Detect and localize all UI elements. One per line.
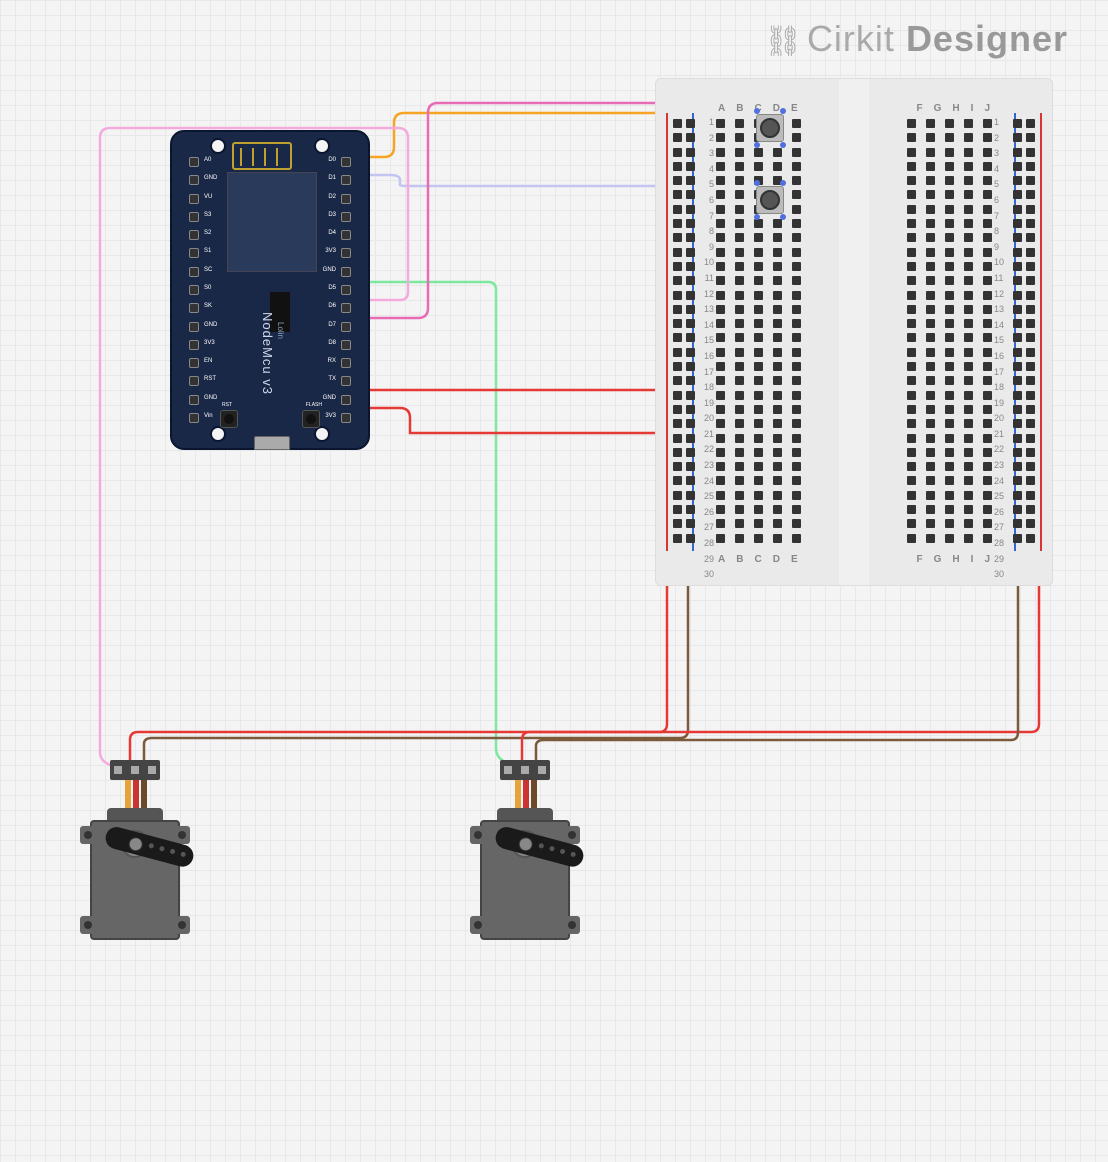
rst-button[interactable] — [220, 410, 238, 428]
pin-header-right: D0D1D2D3D43V3GNDD5D6D7D8RXTXGND3V3 — [332, 157, 360, 423]
component-pushbutton-2[interactable] — [750, 180, 790, 220]
component-pushbutton-1[interactable] — [750, 108, 790, 148]
app-logo: ⛓Cirkit Designer — [764, 18, 1068, 60]
logo-product: Designer — [906, 18, 1068, 59]
pushbutton-cap — [760, 118, 780, 138]
power-rail-pos-right — [1040, 113, 1042, 551]
usb-port — [254, 436, 290, 450]
wifi-antenna — [232, 142, 292, 170]
pushbutton-leg — [780, 142, 786, 148]
bb-main-holes-right — [907, 119, 992, 543]
flash-button[interactable] — [302, 410, 320, 428]
component-servo-1[interactable] — [75, 760, 215, 960]
esp-chip — [227, 172, 317, 272]
bb-col-labels-bot-left: ABCDE — [718, 554, 798, 565]
pushbutton-cap — [760, 190, 780, 210]
bb-power-holes-right — [1013, 119, 1035, 543]
mount-hole — [210, 426, 226, 442]
bb-row-labels-left: 1234567891011121314151617181920212223242… — [700, 117, 714, 579]
pushbutton-leg — [780, 214, 786, 220]
pin-header-left: A0GNDVUS3S2S1SCS0SKGND3V3ENRSTGNDVin — [180, 157, 208, 423]
mount-hole — [210, 138, 226, 154]
mount-hole — [314, 426, 330, 442]
bb-power-holes-left — [673, 119, 695, 543]
pushbutton-leg — [780, 180, 786, 186]
component-servo-2[interactable] — [465, 760, 605, 960]
mount-hole — [314, 138, 330, 154]
servo-connector — [110, 760, 160, 780]
pushbutton-leg — [754, 142, 760, 148]
pushbutton-leg — [754, 214, 760, 220]
bb-col-labels-top-right: FGHIJ — [917, 103, 990, 114]
pushbutton-leg — [754, 108, 760, 114]
logo-brand: Cirkit — [807, 18, 895, 59]
board-subtitle: Lolin — [276, 322, 285, 339]
pushbutton-leg — [754, 180, 760, 186]
flash-label: FLASH — [306, 402, 322, 408]
bb-col-labels-bot-right: FGHIJ — [917, 554, 990, 565]
servo-connector — [500, 760, 550, 780]
pushbutton-leg — [780, 108, 786, 114]
logo-icon: ⛓ — [764, 25, 803, 58]
bb-row-labels-right: 1234567891011121314151617181920212223242… — [994, 117, 1008, 579]
component-breadboard[interactable]: ABCDE FGHIJ ABCDE FGHIJ 1234567891011121… — [655, 78, 1053, 586]
component-nodemcu[interactable]: NodeMcu v3 Lolin A0GNDVUS3S2S1SCS0SKGND3… — [170, 130, 370, 450]
rst-label: RST — [222, 402, 232, 408]
board-name: NodeMcu v3 — [260, 312, 275, 395]
power-rail-pos-left — [666, 113, 668, 551]
